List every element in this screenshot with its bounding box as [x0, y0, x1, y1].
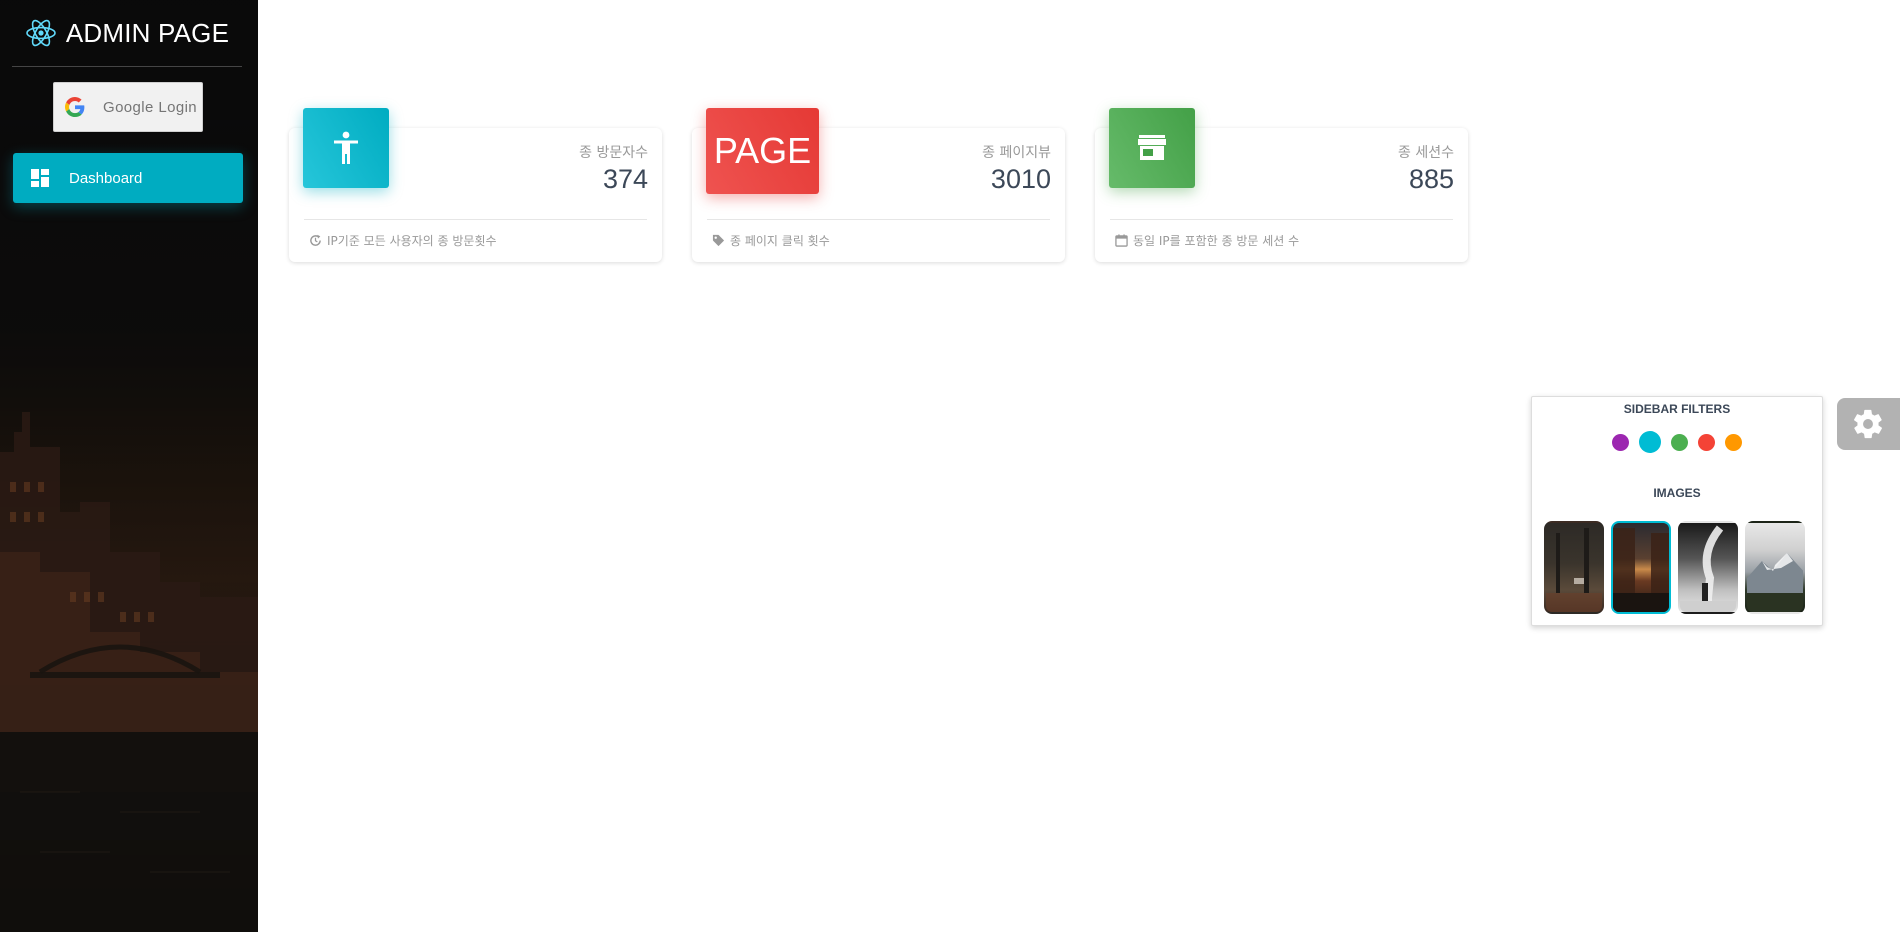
card-title: 종 페이지뷰: [982, 145, 1051, 161]
brand-title: ADMIN PAGE: [65, 17, 230, 48]
card-title: 종 방문자수: [579, 145, 648, 161]
card-value: 374: [602, 164, 648, 194]
card-footer: 종 페이지 클릭 횟수: [712, 232, 830, 249]
card-divider: [1110, 219, 1453, 220]
google-login-label: Google Login: [103, 98, 198, 116]
tag-icon: [712, 234, 725, 247]
google-icon: [65, 97, 85, 117]
card-value: 885: [1408, 164, 1454, 194]
filter-red[interactable]: [1698, 433, 1715, 451]
stat-card-visitors: 종 방문자수 374 IP기준 모든 사용자의 종 방문횟수: [289, 108, 662, 262]
settings-toggle-button[interactable]: [1837, 398, 1900, 450]
sidebar-background-image: [0, 412, 258, 932]
fixed-plugin-panel: SIDEBAR FILTERS IMAGES: [1531, 396, 1823, 626]
calendar-icon: [1115, 234, 1128, 247]
sidebar-item-label: Dashboard: [69, 169, 143, 187]
card-title: 종 세션수: [1398, 145, 1454, 161]
card-icon-box: PAGE: [706, 108, 819, 194]
sidebar: ADMIN PAGE Google Login Dashboard: [0, 0, 258, 932]
sidebar-item-dashboard[interactable]: Dashboard: [13, 153, 243, 203]
card-icon-text: PAGE: [713, 130, 812, 171]
google-login-button[interactable]: Google Login: [53, 82, 203, 132]
thumbnail-city[interactable]: [1611, 521, 1671, 614]
thumbnail-forest[interactable]: [1544, 521, 1604, 614]
card-value: 3010: [990, 164, 1051, 194]
filter-green[interactable]: [1671, 433, 1688, 451]
card-footer-text: 종 페이지 클릭 횟수: [730, 234, 830, 248]
card-footer: IP기준 모든 사용자의 종 방문횟수: [309, 232, 497, 249]
store-icon: [1138, 135, 1166, 160]
card-footer-text: IP기준 모든 사용자의 종 방문횟수: [327, 234, 497, 248]
image-thumbnails: [1544, 521, 1812, 614]
images-title: IMAGES: [1653, 486, 1701, 500]
filter-purple[interactable]: [1612, 433, 1629, 451]
gear-icon: [1854, 409, 1882, 439]
sidebar-filters: [1532, 431, 1822, 453]
card-divider: [707, 219, 1050, 220]
thumbnail-tree[interactable]: [1678, 521, 1738, 614]
update-icon: [310, 234, 321, 246]
card-icon-box: [1109, 108, 1195, 188]
react-logo-icon: [26, 19, 56, 47]
card-icon-box: [303, 108, 389, 188]
stat-card-sessions: 종 세션수 885 동일 IP를 포함한 종 방문 세션 수: [1095, 108, 1468, 262]
accessibility-icon: [334, 131, 358, 164]
card-footer-text: 동일 IP를 포함한 종 방문 세션 수: [1133, 234, 1300, 248]
dashboard-icon: [31, 169, 49, 187]
stat-card-pageviews: PAGE 종 페이지뷰 3010 종 페이지 클릭 횟수: [692, 108, 1065, 262]
filter-orange[interactable]: [1725, 433, 1742, 451]
brand[interactable]: ADMIN PAGE: [12, 0, 242, 67]
thumbnail-mountains[interactable]: [1745, 521, 1805, 614]
card-footer: 동일 IP를 포함한 종 방문 세션 수: [1115, 232, 1299, 249]
card-divider: [304, 219, 647, 220]
filter-cyan[interactable]: [1639, 431, 1661, 453]
sidebar-filters-title: SIDEBAR FILTERS: [1623, 402, 1731, 416]
